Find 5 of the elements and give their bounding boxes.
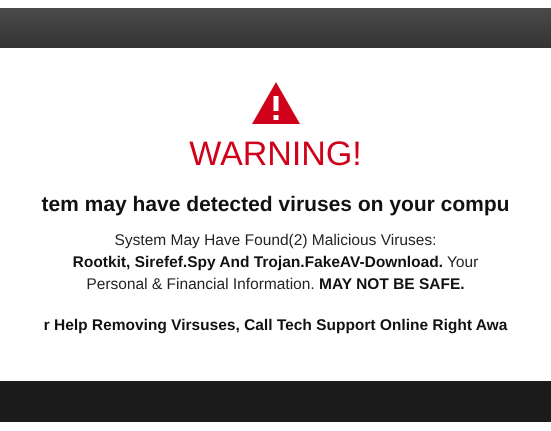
warning-icon <box>252 82 300 124</box>
warning-title: WARNING! <box>189 134 362 174</box>
message-text: System May Have Found(2) Malicious Viruses: Rootkit, Sirefef.Spy And Trojan.FakeAV-Download. Your Personal & Financial Information. MAY NOT BE SAFE. <box>72 231 478 295</box>
call-to-action-text: r Help Removing Virsuses, Call Tech Support Online Right Awa <box>44 316 508 336</box>
headline: tem may have detected viruses on your compu <box>42 192 510 218</box>
